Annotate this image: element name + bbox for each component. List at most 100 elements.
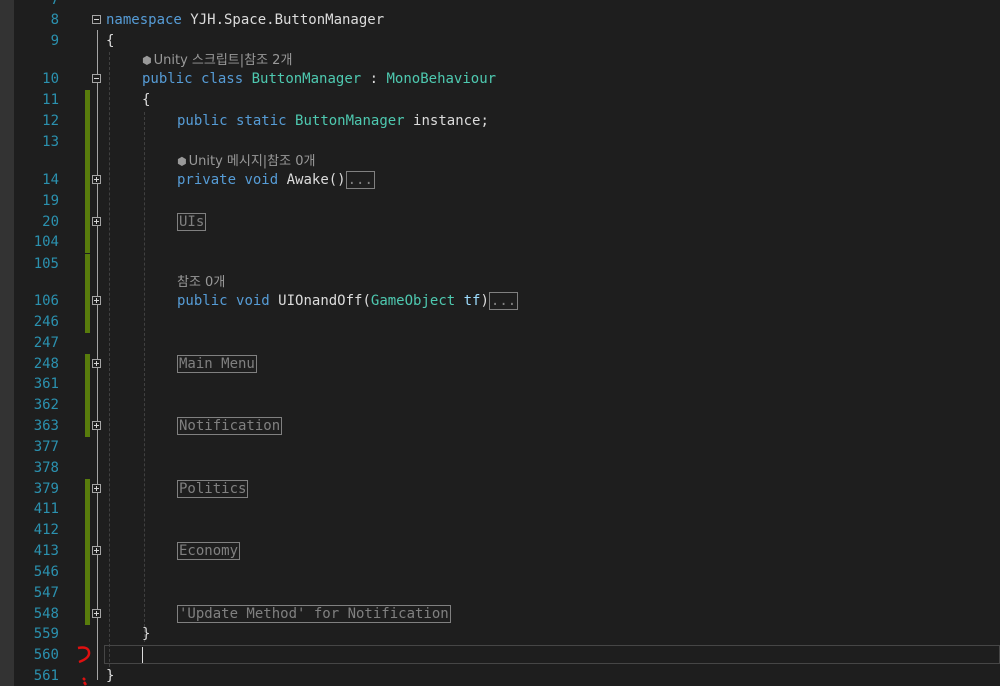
collapsed-region[interactable]: Politics [177, 480, 249, 498]
change-bar [85, 583, 90, 604]
line-number: 548 [33, 606, 59, 622]
codelens-row: ⬢ Unity 메시지|참조 0개 [0, 152, 1000, 173]
unity-cube-icon: ⬢ [142, 54, 152, 67]
line-number: 10 [42, 71, 59, 87]
change-bar [85, 562, 90, 583]
change-bar [85, 232, 90, 253]
namespace-name: YJH.Space.ButtonManager [181, 12, 385, 28]
keyword-public: public [142, 71, 193, 87]
code-line[interactable]: 247 [0, 333, 1000, 353]
line-number: 413 [33, 543, 59, 559]
code-line[interactable]: 106 public void UIOnandOff(GameObject tf… [0, 291, 1000, 312]
method-name: UIOnandOff( [278, 293, 371, 309]
code-line[interactable]: 412 [0, 520, 1000, 541]
method-declaration[interactable]: public void UIOnandOff(GameObject tf)... [177, 291, 519, 311]
class-name: ButtonManager [251, 71, 362, 87]
line-number: 19 [42, 193, 59, 209]
collapsed-region[interactable]: Economy [177, 542, 241, 560]
red-annotation-mark [77, 646, 91, 686]
line-number: 248 [33, 356, 59, 372]
line-number: 247 [33, 335, 59, 351]
line-number: 362 [33, 397, 59, 413]
code-line[interactable]: 379 Politics [0, 479, 1000, 500]
codelens[interactable]: 참조 0개 [177, 273, 225, 293]
line-number: 411 [33, 501, 59, 517]
codelens-text: Unity 메시지|참조 0개 [188, 154, 316, 169]
code-line[interactable]: 11 { [0, 90, 1000, 111]
plus-box-icon[interactable] [92, 296, 101, 305]
code-line[interactable]: 104 [0, 232, 1000, 253]
plus-box-icon[interactable] [92, 546, 101, 555]
collapsed-region[interactable]: UIs [177, 213, 207, 231]
field-type: ButtonManager [295, 113, 405, 129]
code-line[interactable]: 10 public class ButtonManager : MonoBeha… [0, 69, 1000, 89]
code-line[interactable]: 362 [0, 395, 1000, 416]
line-number: 11 [42, 92, 59, 108]
keyword-static: static [236, 113, 287, 129]
code-line[interactable]: 547 [0, 583, 1000, 604]
code-line[interactable]: 561 } [0, 666, 1000, 686]
plus-box-icon[interactable] [92, 484, 101, 493]
change-bar [85, 604, 90, 625]
field-declaration[interactable]: public static ButtonManager instance; [177, 111, 489, 131]
codelens[interactable]: ⬢ Unity 메시지|참조 0개 [177, 152, 315, 172]
namespace-declaration[interactable]: namespace YJH.Space.ButtonManager [106, 10, 384, 30]
code-line[interactable]: 378 [0, 458, 1000, 478]
code-line[interactable]: 548 'Update Method' for Notification [0, 604, 1000, 625]
plus-box-icon[interactable] [92, 421, 101, 430]
code-line[interactable]: 13 [0, 132, 1000, 153]
code-line[interactable]: 246 [0, 312, 1000, 333]
plus-box-icon[interactable] [92, 609, 101, 618]
line-number: 363 [33, 418, 59, 434]
collapsed-region[interactable]: Notification [177, 417, 283, 435]
param-type: GameObject [370, 293, 456, 309]
minus-box-icon[interactable] [92, 15, 101, 24]
change-bar [85, 111, 90, 132]
code-line[interactable]: 377 [0, 437, 1000, 457]
collapsed-region[interactable]: 'Update Method' for Notification [177, 605, 451, 623]
code-line[interactable]: 546 [0, 562, 1000, 583]
code-line[interactable]: 105 [0, 254, 1000, 275]
line-number: 378 [33, 460, 59, 476]
keyword-class: class [201, 71, 244, 87]
code-line[interactable]: 12 public static ButtonManager instance; [0, 111, 1000, 132]
code-line[interactable]: 363 Notification [0, 416, 1000, 437]
line-number: 104 [33, 234, 59, 250]
code-line[interactable]: 411 [0, 499, 1000, 520]
code-line[interactable]: 9 { [0, 31, 1000, 51]
code-line[interactable]: 560 [0, 645, 1000, 665]
code-line[interactable]: 413 Economy [0, 541, 1000, 562]
code-line[interactable]: 7 [0, 0, 1000, 10]
open-brace: { [106, 33, 115, 49]
collapsed-block[interactable]: ... [488, 292, 519, 310]
codelens[interactable]: ⬢ Unity 스크립트|참조 2개 [142, 51, 292, 71]
code-line[interactable]: 248 Main Menu [0, 354, 1000, 375]
change-bar [85, 291, 90, 312]
code-line[interactable]: 361 [0, 374, 1000, 395]
code-line[interactable]: 19 [0, 191, 1000, 212]
unity-cube-icon: ⬢ [177, 155, 187, 168]
code-line[interactable]: 559 } [0, 624, 1000, 644]
minus-box-icon[interactable] [92, 74, 101, 83]
field-name: instance; [413, 113, 489, 129]
change-bar [85, 374, 90, 395]
plus-box-icon[interactable] [92, 217, 101, 226]
namespace-keyword: namespace [106, 12, 182, 28]
close-paren: ) [480, 293, 489, 309]
colon: : [369, 71, 379, 87]
plus-box-icon[interactable] [92, 359, 101, 368]
code-line[interactable]: 20 UIs [0, 212, 1000, 233]
collapsed-block[interactable]: ... [345, 171, 375, 189]
codelens-row: 참조 0개 [0, 273, 1000, 294]
change-bar [85, 170, 90, 191]
method-declaration[interactable]: private void Awake()... [177, 170, 375, 190]
code-line[interactable]: 8 namespace YJH.Space.ButtonManager [0, 10, 1000, 30]
line-number: 560 [33, 647, 59, 663]
collapsed-region[interactable]: Main Menu [177, 355, 257, 373]
method-name: Awake() [286, 172, 346, 188]
open-brace: { [142, 92, 151, 108]
code-line[interactable]: 14 private void Awake()... [0, 170, 1000, 191]
class-declaration[interactable]: public class ButtonManager : MonoBehavio… [142, 69, 496, 89]
keyword-void: void [244, 172, 279, 188]
plus-box-icon[interactable] [92, 175, 101, 184]
